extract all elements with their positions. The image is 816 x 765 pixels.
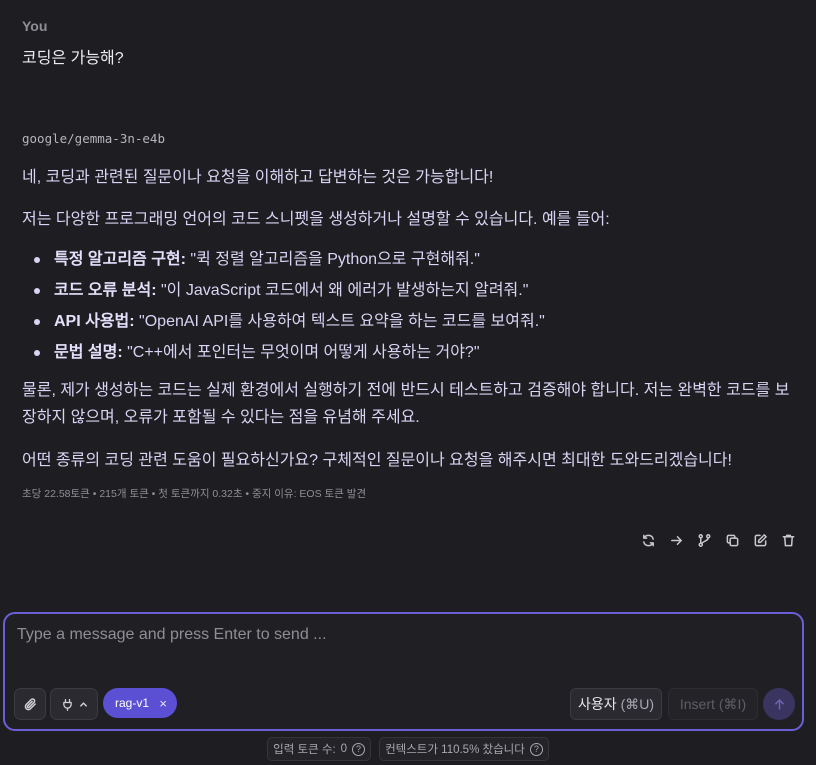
send-button[interactable] <box>763 688 795 720</box>
input-tokens-label: 입력 토큰 수: <box>273 744 336 756</box>
edit-button[interactable] <box>750 530 770 550</box>
insert-shortcut: (⌘I) <box>718 695 747 712</box>
help-icon[interactable]: ? <box>529 742 543 756</box>
branch-icon <box>698 533 710 547</box>
insert-button[interactable]: Insert (⌘I) <box>668 688 758 720</box>
insert-button-label: Insert <box>679 696 715 712</box>
paperclip-icon <box>24 697 36 710</box>
branch-button[interactable] <box>694 530 714 550</box>
bullet-icon <box>34 319 40 325</box>
list-item: 문법 설명: "C++에서 포인터는 무엇이며 어떻게 사용하는 거야?" <box>22 337 794 368</box>
message-input[interactable] <box>17 626 787 666</box>
chevron-up-icon <box>79 701 87 707</box>
plug-icon <box>62 698 72 711</box>
list-item-label: API 사용법: <box>54 313 135 330</box>
delete-icon <box>782 534 794 546</box>
assistant-paragraph-intro: 네, 코딩과 관련된 질문이나 요청을 이해하고 답변하는 것은 가능합니다! <box>22 169 494 186</box>
model-name: google/gemma-3n-e4b <box>22 131 165 146</box>
message-actions <box>638 530 798 550</box>
role-button[interactable]: 사용자 (⌘U) <box>570 688 662 720</box>
bullet-icon <box>34 288 40 294</box>
list-item-text: "OpenAI API를 사용하여 텍스트 요약을 하는 코드를 보여줘." <box>134 313 545 330</box>
role-button-label: 사용자 <box>577 696 617 712</box>
bullet-icon <box>34 350 40 356</box>
message-composer: rag-v1 × 사용자 (⌘U) Insert (⌘I) <box>3 612 804 731</box>
list-item-text: "C++에서 포인터는 무엇이며 어떻게 사용하는 거야?" <box>122 344 480 361</box>
list-item: 코드 오류 분석: "이 JavaScript 코드에서 왜 에러가 발생하는지… <box>22 275 794 306</box>
generation-stats: 초당 22.58토큰 • 215개 토큰 • 첫 토큰까지 0.32초 • 중지… <box>22 488 367 500</box>
chat-page: You 코딩은 가능해? google/gemma-3n-e4b 네, 코딩과 … <box>0 0 816 765</box>
assistant-paragraph-lead: 저는 다양한 프로그래밍 언어의 코드 스니펫을 생성하거나 설명할 수 있습니… <box>22 211 610 228</box>
bullet-icon <box>34 257 40 263</box>
list-item-label: 특정 알고리즘 구현: <box>54 251 186 268</box>
delete-button[interactable] <box>778 530 798 550</box>
attach-button[interactable] <box>14 688 46 720</box>
copy-icon <box>726 534 738 546</box>
input-tokens-value: 0 <box>340 743 348 755</box>
input-token-counter: 입력 토큰 수: 0 ? <box>267 737 372 761</box>
help-icon[interactable]: ? <box>352 742 366 756</box>
regenerate-icon <box>642 534 654 546</box>
rag-chip-label: rag-v1 <box>115 696 150 710</box>
rag-chip[interactable]: rag-v1 × <box>103 688 177 718</box>
arrow-up-icon <box>774 698 784 710</box>
assistant-paragraph-closing: 어떤 종류의 코딩 관련 도움이 필요하신가요? 구체적인 질문이나 요청을 해… <box>22 452 732 469</box>
example-list: 특정 알고리즘 구현: "퀵 정렬 알고리즘을 Python으로 구현해줘." … <box>22 244 794 368</box>
assistant-paragraph-caveat: 물론, 제가 생성하는 코드는 실제 환경에서 실행하기 전에 반드시 테스트하… <box>22 382 790 426</box>
continue-button[interactable] <box>666 530 686 550</box>
copy-button[interactable] <box>722 530 742 550</box>
context-usage-indicator: 컨텍스트가 110.5% 찼습니다 ? <box>379 737 549 761</box>
list-item-text: "퀵 정렬 알고리즘을 Python으로 구현해줘." <box>185 251 480 268</box>
list-item: 특정 알고리즘 구현: "퀵 정렬 알고리즘을 Python으로 구현해줘." <box>22 244 794 275</box>
role-shortcut: (⌘U) <box>620 695 655 712</box>
continue-icon <box>670 535 682 545</box>
integrations-button[interactable] <box>50 688 98 720</box>
assistant-message-block: google/gemma-3n-e4b 네, 코딩과 관련된 질문이나 요청을 … <box>22 130 794 501</box>
list-item-text: "이 JavaScript 코드에서 왜 에러가 발생하는지 알려줘." <box>156 282 529 299</box>
list-item-label: 코드 오류 분석: <box>54 282 157 299</box>
close-icon[interactable]: × <box>159 696 167 711</box>
list-item-label: 문법 설명: <box>54 344 123 361</box>
edit-icon <box>754 533 767 546</box>
context-status-text: 컨텍스트가 110.5% 찼습니다 <box>385 744 525 756</box>
user-message-block: You 코딩은 가능해? <box>22 17 792 69</box>
sender-label: You <box>22 18 48 34</box>
status-footer: 입력 토큰 수: 0 ? 컨텍스트가 110.5% 찼습니다 ? <box>0 737 816 761</box>
user-message-text: 코딩은 가능해? <box>22 50 124 67</box>
list-item: API 사용법: "OpenAI API를 사용하여 텍스트 요약을 하는 코드… <box>22 306 794 337</box>
regenerate-button[interactable] <box>638 530 658 550</box>
